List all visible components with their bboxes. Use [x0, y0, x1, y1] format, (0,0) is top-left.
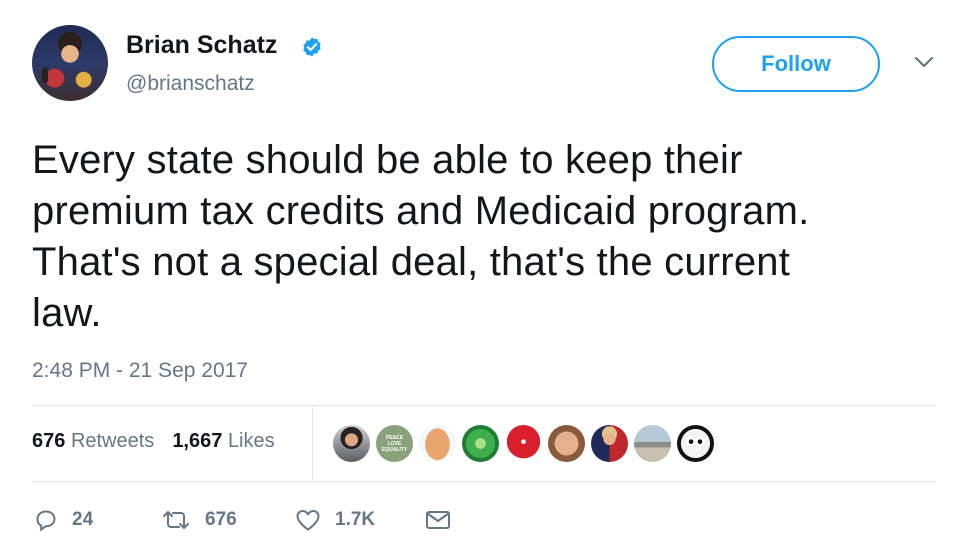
liker-avatar[interactable]: [677, 425, 714, 462]
divider-bottom: [32, 481, 936, 482]
liker-avatar[interactable]: [419, 425, 456, 462]
engagement-stats: 676 Retweets 1,667 Likes: [32, 430, 275, 453]
envelope-icon: [426, 511, 450, 529]
tweet-timestamp[interactable]: 2:48 PM - 21 Sep 2017: [32, 359, 248, 383]
retweets-count: 676: [32, 430, 66, 452]
liker-avatar[interactable]: [462, 425, 499, 462]
microphone-icon: [42, 67, 48, 83]
retweet-count: 676: [205, 509, 237, 530]
liker-avatars: PEACE LOVE EQUALITY: [333, 425, 714, 462]
liker-avatar[interactable]: [548, 425, 585, 462]
likes-count: 1,667: [172, 430, 223, 452]
chevron-down-icon[interactable]: [914, 56, 934, 68]
retweets-stat[interactable]: 676 Retweets: [32, 430, 154, 453]
direct-message-action[interactable]: [425, 509, 465, 531]
reply-action[interactable]: 24: [34, 508, 161, 532]
retweet-action[interactable]: 676: [161, 508, 295, 532]
liker-badge-text: PEACE LOVE EQUALITY: [381, 434, 408, 453]
retweet-icon: [163, 511, 189, 529]
liker-avatar[interactable]: PEACE LOVE EQUALITY: [376, 425, 413, 462]
heart-icon: [296, 509, 320, 531]
author-handle[interactable]: @brianschatz: [126, 72, 255, 96]
tweet-text-line: That's not a special deal, that's the cu…: [32, 240, 791, 284]
like-count: 1.7K: [335, 509, 376, 530]
like-action[interactable]: 1.7K: [295, 508, 425, 532]
follow-button[interactable]: Follow: [712, 36, 880, 92]
author-avatar[interactable]: [32, 25, 108, 101]
likes-stat[interactable]: 1,667 Likes: [172, 430, 274, 453]
liker-avatar[interactable]: [591, 425, 628, 462]
tweet-text: Every state should be able to keep their…: [32, 135, 932, 339]
author-name[interactable]: Brian Schatz: [126, 31, 277, 60]
liker-avatar[interactable]: [634, 425, 671, 462]
reply-count: 24: [72, 509, 94, 530]
verified-badge-icon: [303, 37, 321, 57]
retweets-label: Retweets: [70, 430, 155, 452]
divider-top: [32, 405, 936, 406]
liker-avatar[interactable]: [333, 425, 370, 462]
liker-avatar[interactable]: [505, 425, 542, 462]
tweet-text-line: law.: [32, 291, 102, 335]
reply-icon: [36, 510, 56, 532]
tweet-text-line: premium tax credits and Medicaid program…: [32, 189, 810, 233]
stats-separator: [312, 407, 313, 480]
tweet-text-line: Every state should be able to keep their: [32, 138, 743, 182]
action-bar: 24 676 1.7K: [34, 508, 465, 532]
likes-label: Likes: [227, 430, 275, 452]
